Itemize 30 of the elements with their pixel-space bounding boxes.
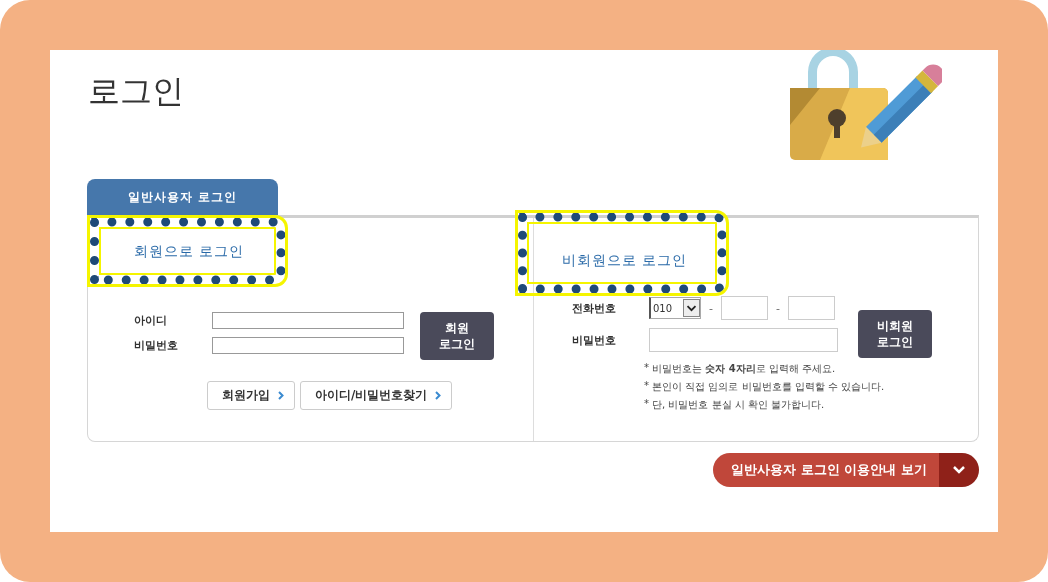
link-button[interactable]: 회원가입 — [207, 381, 295, 410]
chevron-right-icon — [278, 391, 284, 400]
field-label: 비밀번호 — [134, 338, 179, 353]
section-heading: 비회원으로 로그인 — [562, 252, 688, 270]
page-title: 로그인 — [88, 71, 184, 112]
chevron-right-icon — [435, 391, 442, 400]
phone-prefix-select[interactable]: 010 — [649, 297, 701, 319]
guest-login-button[interactable]: 비회원 로그인 — [858, 310, 932, 358]
input-field[interactable] — [212, 337, 404, 354]
note-text: 비밀번호는 숫자 4자리로 입력해 주세요. — [652, 362, 836, 376]
field-label: 비밀번호 — [572, 332, 617, 348]
input-field[interactable] — [212, 312, 404, 329]
field-label: 아이디 — [134, 313, 168, 328]
login-tab[interactable]: 일반사용자 로그인 — [87, 179, 278, 215]
dash-separator: - — [709, 301, 713, 315]
input-field[interactable] — [721, 296, 768, 320]
bullet-mark: * — [644, 380, 649, 393]
bullet-mark: * — [644, 362, 649, 375]
input-field[interactable] — [787, 296, 835, 320]
input-field[interactable] — [649, 328, 838, 352]
login-guide-button[interactable]: 일반사용자 로그인 이용안내 보기 — [713, 453, 979, 487]
note-text: 본인이 직접 임의로 비밀번호를 입력할 수 있습니다. — [652, 380, 885, 394]
member-login-button[interactable]: 회원 로그인 — [420, 312, 494, 360]
link-button[interactable]: 아이디/비밀번호찾기 — [300, 381, 453, 410]
chevron-down-icon — [683, 299, 700, 317]
dash-separator: - — [776, 301, 780, 315]
bullet-mark: * — [644, 398, 649, 411]
section-heading: 회원으로 로그인 — [134, 243, 245, 261]
note-text: 단, 비밀번호 분실 시 확인 불가합니다. — [652, 398, 825, 412]
field-label: 전화번호 — [572, 300, 617, 316]
